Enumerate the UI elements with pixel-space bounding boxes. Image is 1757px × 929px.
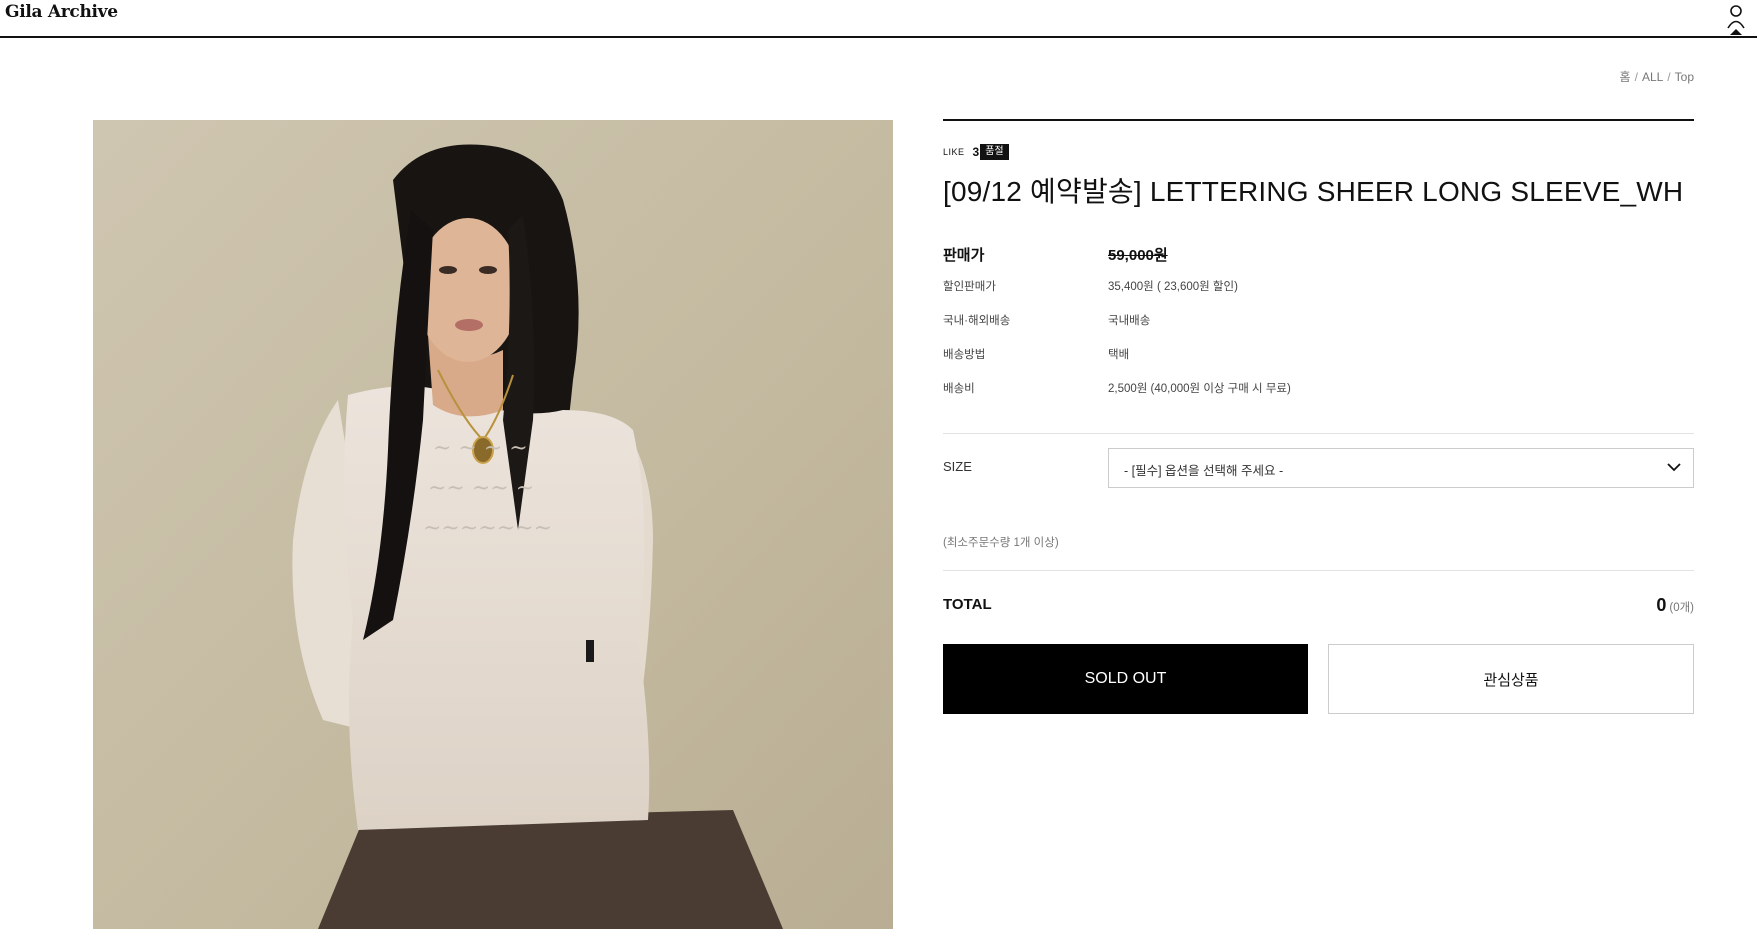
product-photo: ~ ~ ~ ~ ~~ ~~ ~ ~~~~~~~ [93,120,893,929]
chevron-down-icon [1667,463,1681,472]
sold-out-button[interactable]: SOLD OUT [943,644,1308,714]
svg-text:~ ~ ~ ~: ~ ~ ~ ~ [433,436,528,461]
spec-value: 59,000원 [1108,247,1168,264]
total-value: 0 (0개) [1656,595,1694,616]
like-count: 3 [972,145,980,159]
like-row: LIKE 3 품절 [943,144,1009,160]
total-label: TOTAL [943,596,992,613]
breadcrumb-all[interactable]: ALL [1642,70,1663,84]
wishlist-button[interactable]: 관심상품 [1328,644,1694,714]
product-image[interactable]: ~ ~ ~ ~ ~~ ~~ ~ ~~~~~~~ [93,120,893,929]
spec-value: 2,500원 (40,000원 이상 구매 시 무료) [1108,383,1291,395]
breadcrumb-home[interactable]: 홈 [1620,70,1631,84]
site-header: Gila Archive [0,0,1757,38]
size-select[interactable]: - [필수] 옵션을 선택해 주세요 - [1108,448,1694,488]
spec-label: 배송비 [943,383,975,395]
spec-label: 판매가 [943,247,985,264]
spec-value: 택배 [1108,349,1130,361]
divider [943,570,1694,571]
breadcrumb-top[interactable]: Top [1675,70,1694,84]
spec-label: 배송방법 [943,349,986,361]
spec-label: 할인판매가 [943,281,996,293]
divider [943,119,1694,121]
site-logo[interactable]: Gila Archive [5,2,118,22]
product-title: [09/12 예약발송] LETTERING SHEER LONG SLEEVE… [943,176,1684,207]
total-quantity: (0개) [1669,602,1694,614]
breadcrumb-separator: / [1667,70,1671,84]
breadcrumb-separator: / [1634,70,1638,84]
svg-text:~~~~~~~: ~~~~~~~ [423,516,552,541]
size-label: SIZE [943,459,972,474]
like-label[interactable]: LIKE [943,147,965,157]
spec-value: 국내배송 [1108,315,1151,327]
svg-text:~~ ~~ ~: ~~ ~~ ~ [428,476,534,501]
spec-label: 국내·해외배송 [943,315,1011,327]
spec-value: 35,400원 ( 23,600원 할인) [1108,281,1238,293]
min-order-note: (최소주문수량 1개 이상) [943,537,1059,549]
divider [943,433,1694,434]
soldout-badge: 품절 [980,144,1009,160]
user-icon[interactable] [1725,2,1747,36]
total-amount: 0 [1656,595,1667,615]
breadcrumb: 홈 / ALL / Top [1620,68,1694,85]
size-select-value: - [필수] 옵션을 선택해 주세요 - [1124,464,1284,478]
